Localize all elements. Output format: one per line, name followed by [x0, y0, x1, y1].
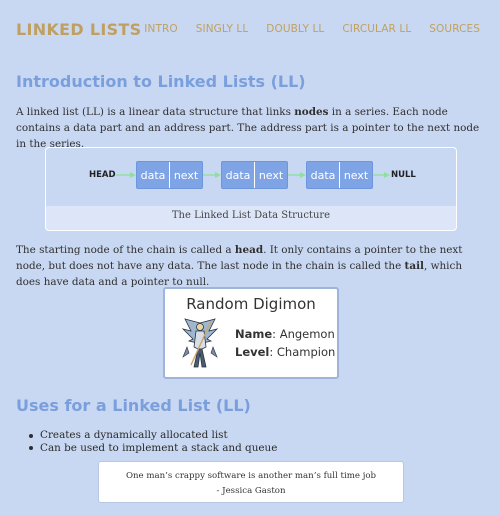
quote-author: - Jessica Gaston — [216, 486, 286, 496]
nav-link-singly[interactable]: SINGLY LL — [196, 23, 249, 35]
node-data-cell: data — [310, 168, 336, 182]
digimon-name: Name: Angemon — [235, 327, 335, 341]
diagram-area: HEAD data next data next data next NULL — [46, 148, 456, 206]
nav-link-circular[interactable]: CIRCULAR LL — [342, 23, 411, 35]
nodes-term: nodes — [294, 106, 329, 118]
digimon-card-title: Random Digimon — [186, 295, 316, 313]
intro-heading: Introduction to Linked Lists (LL) — [16, 72, 306, 91]
list-node: data next — [306, 161, 373, 189]
level-label: Level — [235, 345, 270, 359]
node-data-cell: data — [140, 168, 166, 182]
nav-link-intro[interactable]: INTRO — [144, 23, 177, 35]
list-node: data next — [136, 161, 203, 189]
arrow-icon — [373, 172, 390, 178]
figure-caption: The Linked List Data Structure — [171, 210, 331, 221]
quote-box: One man’s crappy software is another man… — [98, 461, 404, 503]
name-label: Name — [235, 327, 273, 341]
digimon-image — [181, 318, 219, 368]
intro-paragraph: A linked list (LL) is a linear data stru… — [16, 104, 484, 152]
nav-link-doubly[interactable]: DOUBLY LL — [266, 23, 324, 35]
list-item: Creates a dynamically allocated list — [26, 429, 277, 442]
node-next-cell: next — [339, 162, 372, 188]
node-next-cell: next — [169, 162, 202, 188]
linked-list-figure: HEAD data next data next data next NULL … — [45, 147, 457, 231]
uses-heading: Uses for a Linked List (LL) — [16, 396, 251, 415]
list-node: data next — [221, 161, 288, 189]
nav-link-sources[interactable]: SOURCES — [429, 23, 480, 35]
uses-list: Creates a dynamically allocated list Can… — [26, 429, 277, 454]
head-label: HEAD — [89, 170, 116, 180]
tail-term: tail — [404, 260, 424, 272]
digimon-level: Level: Champion — [235, 345, 335, 359]
null-label: NULL — [391, 170, 416, 180]
quote-text: One man’s crappy software is another man… — [125, 471, 377, 481]
list-item: Can be used to implement a stack and que… — [26, 442, 277, 455]
head-term: head — [234, 244, 264, 256]
node-next-cell: next — [254, 162, 287, 188]
arrow-icon — [116, 172, 136, 178]
intro-text-1: A linked list (LL) is a linear data stru… — [16, 106, 295, 118]
top-nav: LINKED LISTS INTRO SINGLY LL DOUBLY LL C… — [0, 0, 500, 60]
nav-links: INTRO SINGLY LL DOUBLY LL CIRCULAR LL SO… — [144, 23, 480, 35]
arrow-icon — [288, 172, 306, 178]
name-value: : Angemon — [272, 327, 335, 341]
node-data-cell: data — [225, 168, 251, 182]
digimon-card: Random Digimon Name: Angemon Level: Cham… — [163, 287, 339, 379]
head-tail-paragraph: The starting node of the chain is called… — [16, 242, 484, 290]
site-brand[interactable]: LINKED LISTS — [16, 20, 141, 39]
p2-text-1: The starting node of the chain is called… — [16, 244, 235, 256]
level-value: : Champion — [269, 345, 336, 359]
arrow-icon — [203, 172, 221, 178]
